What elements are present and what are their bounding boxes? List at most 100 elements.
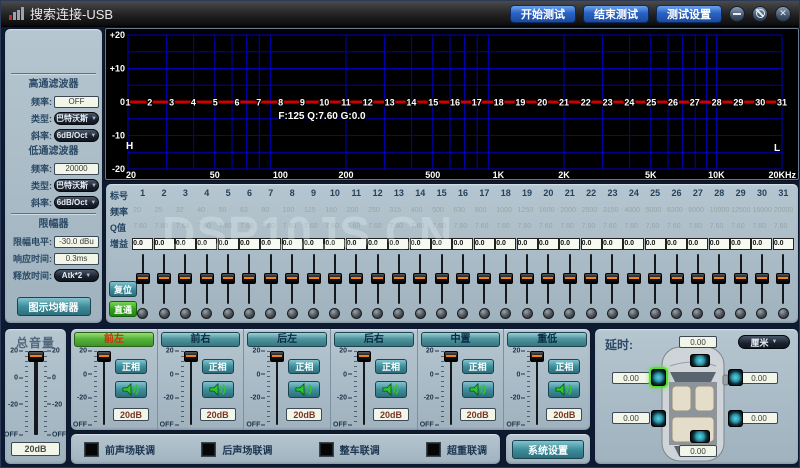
eq-band-frequency-field[interactable]: 6300: [667, 206, 686, 216]
channel-volume-slider[interactable]: [183, 351, 198, 425]
delay-speaker-front-right-icon[interactable]: [728, 369, 743, 386]
channel-phase-button[interactable]: 正相: [288, 359, 321, 374]
eq-band-gain-slider[interactable]: [712, 254, 727, 304]
slider-handle[interactable]: [370, 273, 385, 284]
channel-volume-slider[interactable]: [530, 351, 545, 425]
eq-band-gain-field[interactable]: 0.0: [751, 238, 773, 250]
eq-band-gain-slider[interactable]: [562, 254, 577, 304]
eq-band-frequency-field[interactable]: 100: [283, 206, 302, 216]
eq-band-q-field[interactable]: 7.60: [368, 222, 387, 232]
slider-handle[interactable]: [754, 273, 769, 284]
eq-band-gain-field[interactable]: 0.0: [153, 238, 175, 250]
eq-band-q-field[interactable]: 7.60: [219, 222, 238, 232]
eq-band-gain-field[interactable]: 0.0: [174, 238, 196, 250]
lpf-type-dropdown[interactable]: 巴特沃斯 ▼: [54, 179, 99, 192]
slider-handle[interactable]: [455, 273, 470, 284]
eq-band-gain-slider[interactable]: [626, 254, 641, 304]
eq-band-gain-slider[interactable]: [413, 254, 428, 304]
channel-volume-handle[interactable]: [270, 351, 285, 362]
eq-band-frequency-field[interactable]: 1250: [518, 206, 537, 216]
eq-band-q-field[interactable]: 7.60: [155, 222, 174, 232]
link-checkbox[interactable]: [201, 441, 217, 457]
channel-select-button[interactable]: 前左: [74, 332, 154, 347]
eq-band-gain-field[interactable]: 0.0: [559, 238, 581, 250]
eq-band-gain-field[interactable]: 0.0: [495, 238, 517, 250]
slider-handle[interactable]: [349, 273, 364, 284]
eq-band-frequency-field[interactable]: 160: [325, 206, 344, 216]
eq-band-q-field[interactable]: 7.60: [411, 222, 430, 232]
slider-handle[interactable]: [690, 273, 705, 284]
channel-phase-button[interactable]: 正相: [548, 359, 581, 374]
channel-mute-button[interactable]: [461, 381, 494, 398]
eq-band-select-radio[interactable]: [350, 308, 362, 319]
eq-band-gain-field[interactable]: 0.0: [260, 238, 282, 250]
eq-band-select-radio[interactable]: [243, 308, 255, 319]
channel-select-button[interactable]: 前右: [160, 332, 241, 347]
eq-band-q-field[interactable]: 7.60: [624, 222, 643, 232]
lpf-slope-dropdown[interactable]: 6dB/Oct ▼: [54, 196, 99, 209]
eq-band-q-field[interactable]: 7.60: [774, 222, 793, 232]
eq-band-select-radio[interactable]: [692, 308, 704, 319]
maximize-disabled-button[interactable]: [752, 5, 768, 22]
eq-band-q-field[interactable]: 7.60: [475, 222, 494, 232]
eq-band-frequency-field[interactable]: 40: [197, 206, 216, 216]
channel-volume-handle[interactable]: [183, 351, 198, 362]
eq-response-graph[interactable]: +20 +10 0 -10 -20 20 50 100 200 500 1K 2K 5K 10K 20KHz…: [105, 28, 799, 180]
hpf-slope-dropdown[interactable]: 6dB/Oct ▼: [54, 129, 99, 142]
eq-band-q-field[interactable]: 7.60: [582, 222, 601, 232]
eq-band-gain-slider[interactable]: [498, 254, 513, 304]
eq-band-select-radio[interactable]: [606, 308, 618, 319]
eq-band-gain-field[interactable]: 0.0: [431, 238, 453, 250]
slider-handle[interactable]: [584, 273, 599, 284]
eq-band-select-radio[interactable]: [585, 308, 597, 319]
test-button-2[interactable]: 测试设置: [656, 4, 722, 23]
eq-band-gain-field[interactable]: 0.0: [623, 238, 645, 250]
channel-mute-button[interactable]: [375, 381, 408, 398]
eq-band-select-radio[interactable]: [179, 308, 191, 319]
delay-value-rear-right[interactable]: 0.00: [740, 412, 778, 424]
eq-band-frequency-field[interactable]: 4000: [624, 206, 643, 216]
channel-gain-value[interactable]: 20dB: [113, 408, 149, 421]
eq-band-frequency-field[interactable]: 32: [176, 206, 195, 216]
eq-band-gain-field[interactable]: 0.0: [730, 238, 752, 250]
eq-band-q-field[interactable]: 7.60: [347, 222, 366, 232]
delay-speaker-center-icon[interactable]: [690, 354, 710, 367]
eq-band-gain-slider[interactable]: [157, 254, 172, 304]
eq-band-gain-field[interactable]: 0.0: [772, 238, 794, 250]
channel-select-button[interactable]: 重低: [507, 332, 588, 347]
eq-band-gain-field[interactable]: 0.0: [537, 238, 559, 250]
slider-handle[interactable]: [520, 273, 535, 284]
eq-band-q-field[interactable]: 7.60: [325, 222, 344, 232]
channel-mute-button[interactable]: [115, 381, 147, 398]
eq-band-frequency-field[interactable]: 2000: [560, 206, 579, 216]
eq-band-gain-slider[interactable]: [391, 254, 406, 304]
channel-gain-value[interactable]: 20dB: [373, 408, 410, 421]
eq-band-q-field[interactable]: 7.60: [432, 222, 451, 232]
slider-handle[interactable]: [391, 273, 406, 284]
eq-band-q-field[interactable]: 7.60: [240, 222, 259, 232]
eq-band-gain-slider[interactable]: [370, 254, 385, 304]
eq-band-frequency-field[interactable]: 12500: [731, 206, 750, 216]
channel-volume-slider[interactable]: [443, 351, 458, 425]
slider-handle[interactable]: [199, 273, 214, 284]
eq-band-select-radio[interactable]: [286, 308, 298, 319]
slider-handle[interactable]: [477, 273, 492, 284]
eq-band-q-field[interactable]: 7.60: [752, 222, 771, 232]
eq-band-q-field[interactable]: 7.60: [176, 222, 195, 232]
channel-phase-button[interactable]: 正相: [375, 359, 408, 374]
eq-band-gain-slider[interactable]: [477, 254, 492, 304]
eq-band-frequency-field[interactable]: 5000: [646, 206, 665, 216]
delay-speaker-subwoofer-icon[interactable]: [690, 430, 710, 443]
slider-handle[interactable]: [306, 273, 321, 284]
eq-band-q-field[interactable]: 7.60: [710, 222, 729, 232]
channel-volume-handle[interactable]: [97, 351, 111, 362]
slider-handle[interactable]: [135, 273, 150, 284]
master-volume-slider[interactable]: [28, 351, 44, 435]
eq-band-frequency-field[interactable]: 315: [389, 206, 408, 216]
limiter-attack-field[interactable]: 0.3ms: [54, 252, 99, 265]
eq-band-select-radio[interactable]: [478, 308, 490, 319]
eq-band-gain-field[interactable]: 0.0: [409, 238, 431, 250]
eq-band-q-field[interactable]: 7.60: [539, 222, 558, 232]
slider-handle[interactable]: [242, 273, 257, 284]
eq-band-frequency-field[interactable]: 8000: [688, 206, 707, 216]
